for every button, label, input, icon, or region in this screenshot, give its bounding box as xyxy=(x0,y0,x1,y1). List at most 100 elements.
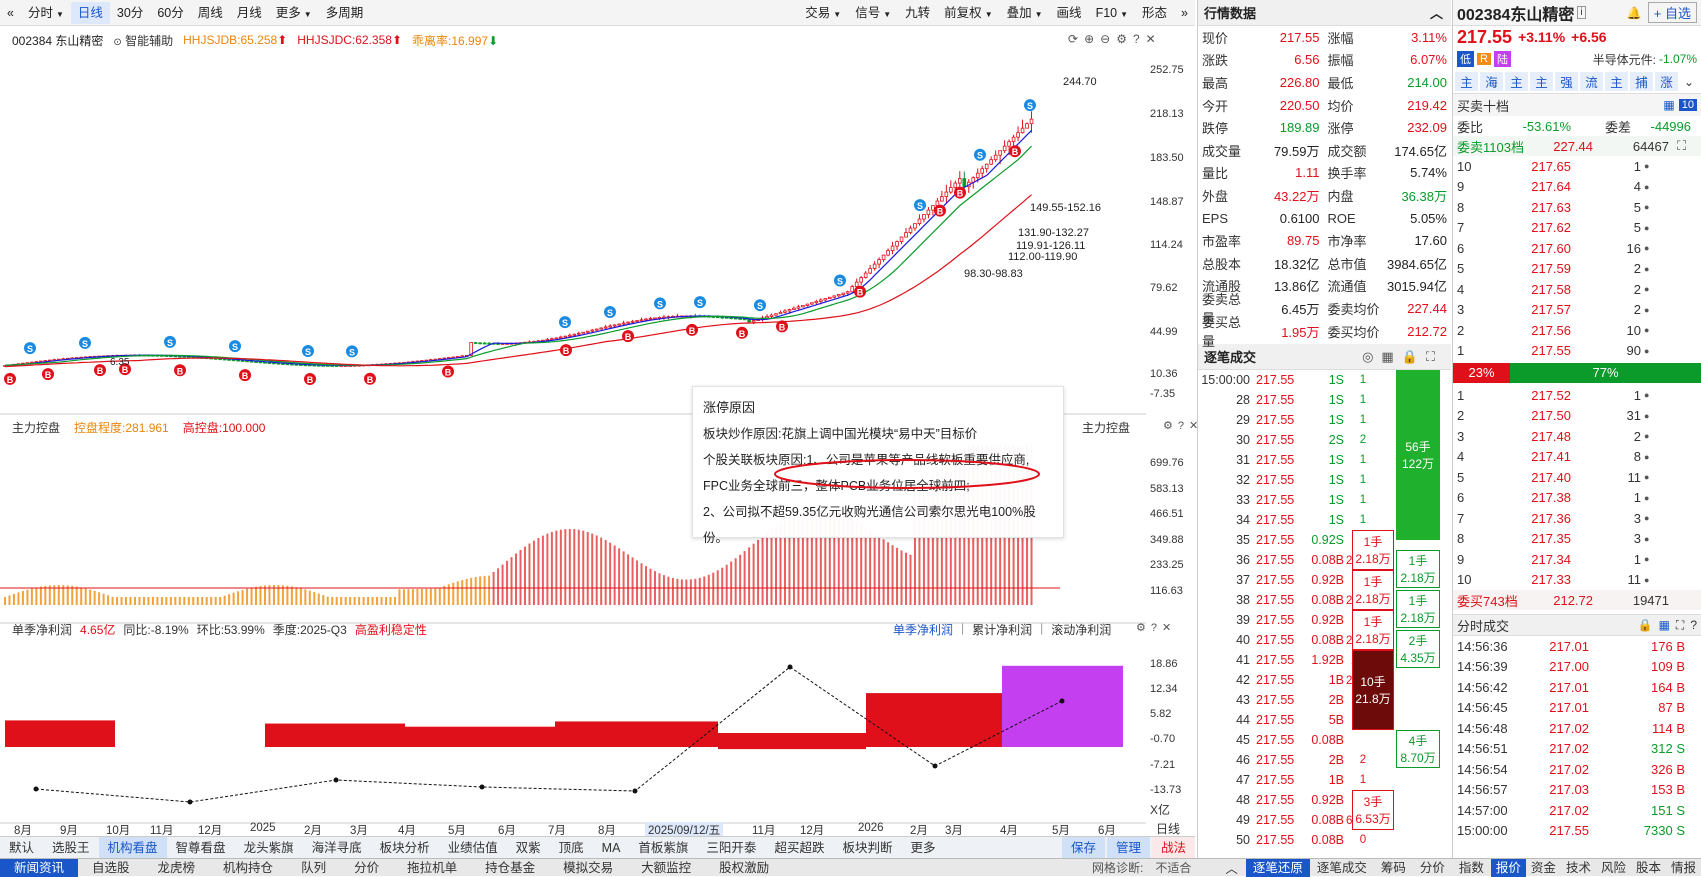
grid-icon[interactable]: ▦ xyxy=(1381,349,1401,364)
indicator-tab[interactable]: 智尊看盘 xyxy=(167,837,235,859)
orderbook-row[interactable]: 8 217.35 3 ● xyxy=(1453,529,1701,550)
indicator-tab[interactable]: 板块判断 xyxy=(833,837,901,859)
expand-icon[interactable]: ⛶ xyxy=(1426,349,1443,364)
quick-button[interactable]: 主 xyxy=(1605,72,1628,91)
refresh-icon[interactable]: ⟳ xyxy=(1068,32,1084,46)
indicator-action[interactable]: 管理 xyxy=(1106,836,1150,859)
indicator-tab[interactable]: 龙头紫旗 xyxy=(235,837,303,859)
bottom-tab[interactable]: 新闻资讯 xyxy=(0,858,79,877)
indicator-tab[interactable]: 三阳开泰 xyxy=(697,837,765,859)
indicator-tab[interactable]: 选股王 xyxy=(43,837,99,859)
indicator-tab[interactable]: 顶底 xyxy=(550,837,593,859)
grid-icon[interactable]: ▦ xyxy=(1663,98,1674,112)
f10-menu[interactable]: F10 ▼ xyxy=(1089,2,1135,24)
tab-monthly[interactable]: 月线 xyxy=(230,2,269,24)
tick-tab[interactable]: 逐笔成交 xyxy=(1310,859,1374,877)
orderbook-row[interactable]: 6 217.60 16 ● xyxy=(1453,238,1701,259)
ten-level-button[interactable]: 10 xyxy=(1678,99,1697,111)
bell-icon[interactable]: 🔔 xyxy=(1627,6,1642,20)
indicator-tab[interactable]: MA xyxy=(593,837,630,859)
tab-multi-period[interactable]: 多周期 xyxy=(319,2,371,24)
tab-daily[interactable]: 日线 xyxy=(70,1,110,24)
orderbook-row[interactable]: 4 217.58 2 ● xyxy=(1453,279,1701,300)
tick-tab[interactable]: 逐笔还原 xyxy=(1245,858,1310,877)
quick-button[interactable]: 捕 xyxy=(1630,72,1653,91)
indicator-tab[interactable]: 更多 xyxy=(901,837,944,859)
lock-icon[interactable]: 🔒 xyxy=(1402,349,1426,364)
bottom-tab[interactable]: 队列 xyxy=(287,859,340,877)
smart-assist-toggle[interactable]: ⊙ 智能辅助 xyxy=(113,32,173,49)
orderbook-row[interactable]: 5 217.40 11 ● xyxy=(1453,467,1701,488)
help-icon[interactable]: ? xyxy=(1690,618,1697,632)
indicator-tab[interactable]: 超买超跌 xyxy=(765,837,833,859)
bottom-tab[interactable]: 模拟交易 xyxy=(549,859,627,877)
adjust-menu[interactable]: 前复权 ▼ xyxy=(937,2,999,24)
lock-icon[interactable]: 🔒 xyxy=(1638,618,1653,632)
tab-60min[interactable]: 60分 xyxy=(150,2,190,24)
orderbook-row[interactable]: 10 217.65 1 ● xyxy=(1453,156,1701,177)
quick-button[interactable]: 主 xyxy=(1505,72,1528,91)
indicator-tab[interactable]: 双紫 xyxy=(507,837,550,859)
bottom-tab[interactable]: 持仓基金 xyxy=(471,859,549,877)
zoom-out-icon[interactable]: ⊖ xyxy=(1100,32,1116,46)
tick-tab[interactable]: 筹码 xyxy=(1374,859,1413,877)
bottom-tab[interactable]: 自选股 xyxy=(78,859,144,877)
bottom-tab[interactable]: 机构持仓 xyxy=(209,859,287,877)
orderbook-row[interactable]: 2 217.56 10 ● xyxy=(1453,320,1701,341)
help-icon[interactable]: ? xyxy=(1151,622,1162,634)
help-icon[interactable]: ? xyxy=(1133,32,1146,46)
orderbook-row[interactable]: 3 217.57 2 ● xyxy=(1453,300,1701,321)
quick-button[interactable]: 强 xyxy=(1555,72,1578,91)
pattern-button[interactable]: 形态 xyxy=(1135,2,1174,24)
bottom-tab[interactable]: 股权激励 xyxy=(705,859,783,877)
expand-icon[interactable]: ⛶ xyxy=(1677,138,1686,154)
orderbook-row[interactable]: 5 217.59 2 ● xyxy=(1453,259,1701,280)
orderbook-row[interactable]: 3 217.48 2 ● xyxy=(1453,426,1701,447)
orderbook-row[interactable]: 10 217.33 11 ● xyxy=(1453,570,1701,591)
jiuzhuan-button[interactable]: 九转 xyxy=(898,2,937,24)
orderbook-row[interactable]: 9 217.34 1 ● xyxy=(1453,549,1701,570)
tab-weekly[interactable]: 周线 xyxy=(191,2,230,24)
indicator-tab[interactable]: 海洋寻底 xyxy=(303,837,371,859)
quick-button[interactable]: 涨 xyxy=(1655,72,1678,91)
target-icon[interactable]: ◎ xyxy=(1362,349,1381,364)
bottom-tab[interactable]: 分价 xyxy=(340,859,393,877)
bottom-tab[interactable]: 龙虎榜 xyxy=(144,859,210,877)
quote-tab[interactable]: 情报 xyxy=(1666,859,1701,877)
quick-button[interactable]: 流 xyxy=(1580,72,1603,91)
indicator-action[interactable]: 战法 xyxy=(1151,836,1195,859)
orderbook-row[interactable]: 1 217.52 1 ● xyxy=(1453,385,1701,406)
tick-tab[interactable]: 分价 xyxy=(1413,859,1452,877)
chevron-down-icon[interactable]: ⌄ xyxy=(1680,75,1698,89)
orderbook-row[interactable]: 7 217.36 3 ● xyxy=(1453,508,1701,529)
gear-icon[interactable]: ⚙ xyxy=(1136,622,1151,634)
close-icon[interactable]: ✕ xyxy=(1146,32,1162,46)
grid-diag-value[interactable]: 不适合 xyxy=(1147,859,1217,876)
orderbook-row[interactable]: 4 217.41 8 ● xyxy=(1453,447,1701,468)
bottom-tab[interactable]: 拖拉机单 xyxy=(393,859,471,877)
quick-button[interactable]: 海 xyxy=(1480,72,1503,91)
collapse-icon[interactable]: ︿ xyxy=(1430,3,1443,22)
indicator-action[interactable]: 保存 xyxy=(1061,836,1105,859)
orderbook-row[interactable]: 6 217.38 1 ● xyxy=(1453,488,1701,509)
indicator-tab[interactable]: 机构看盘 xyxy=(98,836,167,859)
orderbook-row[interactable]: 2 217.50 31 ● xyxy=(1453,406,1701,427)
sector-name[interactable]: 半导体元件: xyxy=(1593,51,1656,68)
info-icon[interactable]: i xyxy=(1577,6,1586,19)
quick-button[interactable]: 主 xyxy=(1530,72,1553,91)
zoom-in-icon[interactable]: ⊕ xyxy=(1084,32,1100,46)
double-left-arrow-icon[interactable]: « xyxy=(0,2,21,24)
overlay-menu[interactable]: 叠加 ▼ xyxy=(1000,2,1050,24)
bottom-tab[interactable]: 大额监控 xyxy=(627,859,705,877)
signal-menu[interactable]: 信号 ▼ xyxy=(848,2,898,24)
quote-tab[interactable]: 资金 xyxy=(1526,859,1561,877)
tick-tab[interactable]: 指数 xyxy=(1452,859,1491,877)
expand-icon[interactable]: ⛶ xyxy=(1676,618,1684,633)
tab-quarterly-profit[interactable]: 单季净利润 xyxy=(893,621,953,638)
gear-icon[interactable]: ⚙ xyxy=(1163,420,1178,432)
gear-icon[interactable]: ⚙ xyxy=(1116,32,1133,46)
quick-button[interactable]: 主 xyxy=(1455,72,1478,91)
quote-tab[interactable]: 风险 xyxy=(1596,859,1631,877)
tab-30min[interactable]: 30分 xyxy=(110,2,150,24)
tab-more[interactable]: 更多 ▼ xyxy=(269,2,319,24)
